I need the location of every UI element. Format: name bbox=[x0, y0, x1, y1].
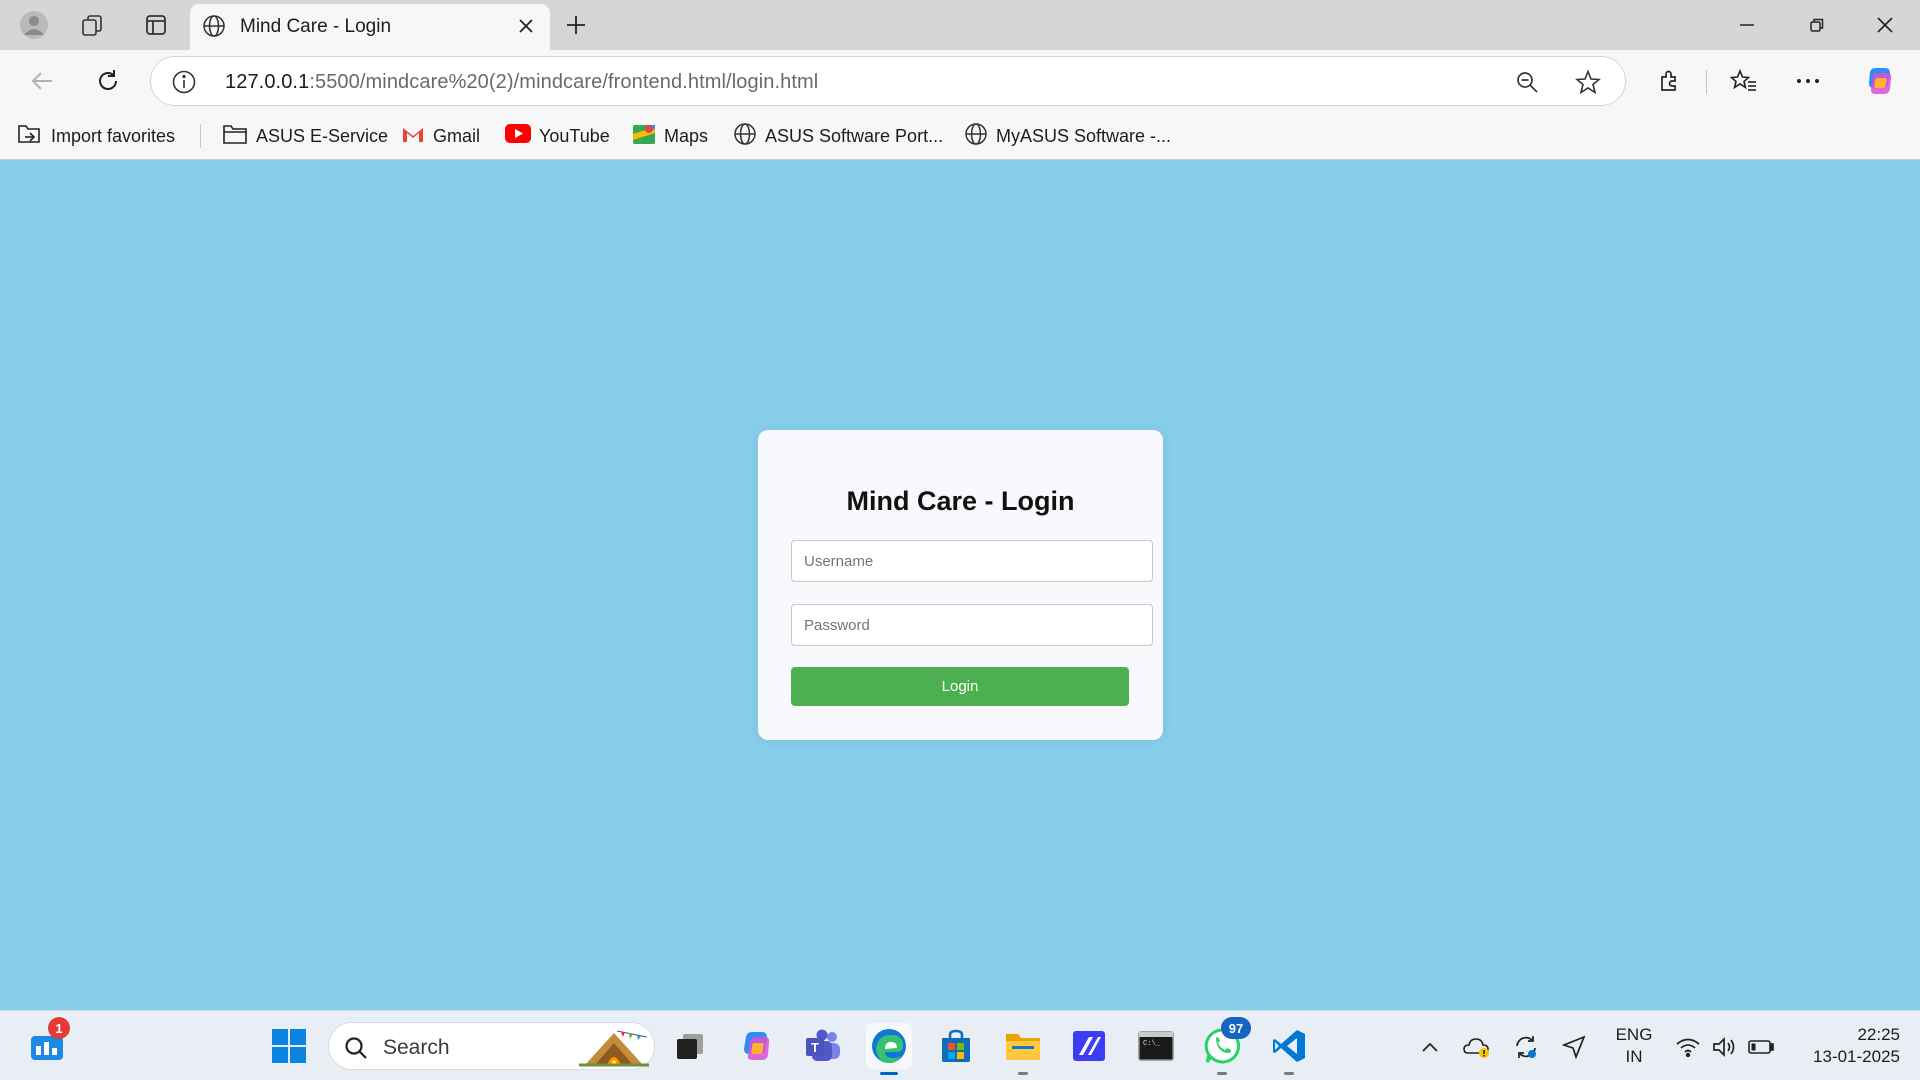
whatsapp-running-indicator bbox=[1217, 1072, 1227, 1075]
teams-icon[interactable]: T bbox=[800, 1023, 846, 1069]
bookmark-import-favorites[interactable]: Import favorites bbox=[17, 121, 175, 151]
edge-icon[interactable] bbox=[866, 1023, 912, 1075]
username-input[interactable] bbox=[791, 540, 1153, 582]
vscode-running-indicator bbox=[1284, 1072, 1294, 1075]
youtube-icon bbox=[505, 124, 531, 148]
search-label: Search bbox=[383, 1036, 450, 1059]
minimize-icon[interactable] bbox=[1712, 0, 1782, 50]
start-icon[interactable] bbox=[266, 1023, 312, 1069]
import-icon bbox=[17, 122, 43, 151]
onedrive-warning-icon[interactable] bbox=[1463, 1033, 1491, 1061]
globe-icon bbox=[202, 14, 226, 43]
url-text[interactable]: 127.0.0.1:5500/mindcare%20(2)/mindcare/f… bbox=[225, 71, 818, 94]
active-tab[interactable]: Mind Care - Login bbox=[190, 4, 550, 50]
language-indicator[interactable]: ENG IN bbox=[1614, 1024, 1654, 1068]
location-icon[interactable] bbox=[1560, 1033, 1588, 1061]
folder-icon bbox=[222, 123, 248, 150]
browser-tab-bar: Mind Care - Login bbox=[0, 0, 1920, 50]
taskbar: 1 Search T C:\_ 97 ENG IN 22:25 13-01-20… bbox=[0, 1010, 1920, 1080]
toolbar-divider bbox=[1706, 70, 1707, 94]
terminal-icon[interactable]: C:\_ bbox=[1133, 1023, 1179, 1069]
bookmarks-separator bbox=[200, 124, 201, 148]
globe-icon bbox=[733, 122, 757, 151]
site-info-icon[interactable] bbox=[171, 69, 197, 100]
login-card: Mind Care - Login Login bbox=[758, 430, 1163, 740]
bookmark-asus-eservice[interactable]: ASUS E-Service bbox=[222, 121, 388, 151]
whatsapp-icon[interactable]: 97 bbox=[1199, 1017, 1251, 1075]
copilot-icon[interactable] bbox=[1860, 61, 1900, 101]
system-clock[interactable]: 22:25 13-01-2025 bbox=[1790, 1024, 1900, 1068]
task-view-icon[interactable] bbox=[667, 1023, 713, 1069]
vector-app-icon[interactable] bbox=[1066, 1023, 1112, 1069]
sync-icon[interactable] bbox=[1512, 1033, 1540, 1061]
bookmark-gmail[interactable]: Gmail bbox=[401, 121, 480, 151]
more-options-icon[interactable] bbox=[1788, 61, 1828, 101]
browser-toolbar: 127.0.0.1:5500/mindcare%20(2)/mindcare/f… bbox=[0, 50, 1920, 112]
address-bar[interactable]: 127.0.0.1:5500/mindcare%20(2)/mindcare/f… bbox=[150, 56, 1626, 106]
favorite-star-icon[interactable] bbox=[1572, 66, 1604, 98]
battery-icon[interactable] bbox=[1747, 1033, 1775, 1061]
search-icon bbox=[343, 1035, 369, 1066]
maps-icon bbox=[632, 122, 656, 151]
file-explorer-icon[interactable] bbox=[1000, 1023, 1046, 1075]
login-button[interactable]: Login bbox=[791, 667, 1129, 706]
favorites-icon[interactable] bbox=[1724, 61, 1764, 101]
back-icon[interactable] bbox=[22, 61, 62, 101]
close-window-icon[interactable] bbox=[1850, 0, 1920, 50]
bookmark-maps[interactable]: Maps bbox=[632, 121, 708, 151]
whatsapp-badge: 97 bbox=[1221, 1017, 1251, 1039]
volume-icon[interactable] bbox=[1711, 1033, 1739, 1061]
close-tab-icon[interactable] bbox=[512, 12, 540, 40]
restore-icon[interactable] bbox=[1782, 0, 1852, 50]
profile-icon[interactable] bbox=[14, 6, 54, 44]
microsoft-store-icon[interactable] bbox=[933, 1023, 979, 1069]
extensions-icon[interactable] bbox=[1650, 61, 1690, 101]
bookmark-myasus-software[interactable]: MyASUS Software -... bbox=[964, 121, 1171, 151]
explorer-running-indicator bbox=[1018, 1072, 1028, 1075]
edge-active-indicator bbox=[880, 1072, 898, 1075]
refresh-icon[interactable] bbox=[88, 61, 128, 101]
login-title: Mind Care - Login bbox=[846, 486, 1075, 516]
new-tab-icon[interactable] bbox=[556, 6, 596, 44]
taskbar-search[interactable]: Search bbox=[328, 1022, 655, 1070]
zoom-out-icon[interactable] bbox=[1511, 66, 1543, 98]
svg-text:C:\_: C:\_ bbox=[1143, 1040, 1161, 1048]
globe-icon bbox=[964, 122, 988, 151]
copilot-app-icon[interactable] bbox=[734, 1023, 780, 1069]
svg-text:T: T bbox=[811, 1040, 819, 1055]
tab-actions-icon[interactable] bbox=[136, 6, 176, 44]
workspaces-icon[interactable] bbox=[72, 6, 112, 44]
search-highlight-icon bbox=[577, 1025, 651, 1074]
password-input[interactable] bbox=[791, 604, 1153, 646]
bookmark-youtube[interactable]: YouTube bbox=[505, 121, 610, 151]
gmail-icon bbox=[401, 125, 425, 148]
bookmarks-bar: Import favorites ASUS E-Service Gmail Yo… bbox=[0, 112, 1920, 160]
bookmark-asus-software-portal[interactable]: ASUS Software Port... bbox=[733, 121, 943, 151]
page-viewport: Mind Care - Login Login bbox=[0, 160, 1920, 1010]
widgets-badge: 1 bbox=[48, 1017, 70, 1039]
vscode-icon[interactable] bbox=[1266, 1023, 1312, 1075]
wifi-icon[interactable] bbox=[1674, 1033, 1702, 1061]
tab-title: Mind Care - Login bbox=[240, 16, 392, 37]
widgets-icon[interactable]: 1 bbox=[24, 1017, 70, 1069]
chevron-up-icon[interactable] bbox=[1416, 1033, 1444, 1061]
